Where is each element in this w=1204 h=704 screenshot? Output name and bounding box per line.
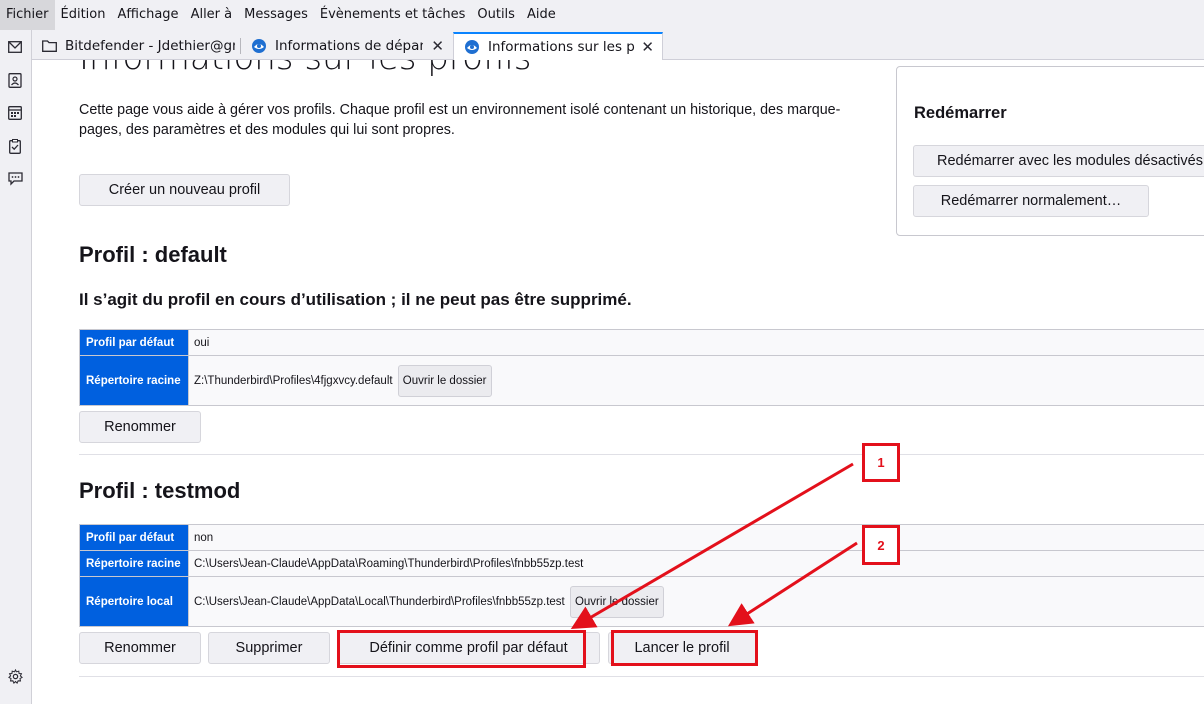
create-profile-button[interactable]: Créer un nouveau profil — [79, 174, 290, 206]
tab-troubleshooting[interactable]: Informations de dépanna ✕ — [241, 32, 452, 59]
rename-default-button[interactable]: Renommer — [79, 411, 201, 443]
annotation-number-1: 1 — [862, 443, 900, 482]
menu-aide[interactable]: Aide — [521, 0, 562, 30]
tab-label: Informations de dépanna — [275, 37, 423, 54]
menu-outils[interactable]: Outils — [471, 0, 521, 30]
menu-edition[interactable]: Édition — [55, 0, 112, 30]
row-value-root: C:\Users\Jean-Claude\AppData\Roaming\Thu… — [188, 550, 1204, 577]
profile-default-table: Profil par défaut oui Répertoire racine … — [79, 329, 1204, 406]
chat-icon[interactable] — [5, 169, 25, 189]
restart-safe-mode-button[interactable]: Redémarrer avec les modules désactivés… — [913, 145, 1204, 177]
menu-aller[interactable]: Aller à — [185, 0, 239, 30]
root-path: Z:\Thunderbird\Profiles\4fjgxvcy.default — [194, 374, 393, 387]
section-divider — [79, 454, 1204, 455]
row-value-default: oui — [188, 329, 1204, 356]
menu-affichage[interactable]: Affichage — [111, 0, 184, 30]
open-folder-button[interactable]: Ouvrir le dossier — [569, 585, 664, 618]
close-tab-icon[interactable]: ✕ — [641, 38, 654, 56]
settings-gear-icon[interactable] — [5, 666, 25, 686]
about-profiles-page: Informations sur les profils Cette page … — [32, 60, 1204, 704]
tab-bitdefender[interactable]: Bitdefender - Jdethier@gm — [32, 32, 237, 59]
tasks-icon[interactable] — [5, 136, 25, 156]
row-label-default: Profil par défaut — [79, 329, 189, 356]
highlight-set-default — [337, 630, 586, 668]
page-title: Informations sur les profils — [79, 60, 531, 78]
menu-bar: Fichier Édition Affichage Aller à Messag… — [0, 0, 1204, 30]
menu-evenements[interactable]: Évènements et tâches — [314, 0, 472, 30]
restart-normal-button[interactable]: Redémarrer normalement… — [913, 185, 1149, 217]
calendar-icon[interactable] — [5, 103, 25, 123]
annotation-number-2: 2 — [862, 525, 900, 565]
row-value-root-cell: Z:\Thunderbird\Profiles\4fjgxvcy.default… — [188, 355, 1204, 406]
open-folder-button[interactable]: Ouvrir le dossier — [397, 364, 492, 397]
close-tab-icon[interactable]: ✕ — [431, 37, 444, 55]
current-profile-notice: Il s’agit du profil en cours d’utilisati… — [79, 290, 632, 309]
row-label-root: Répertoire racine — [79, 550, 189, 577]
tab-profiles[interactable]: Informations sur les prof ✕ — [453, 32, 663, 60]
intro-text: Cette page vous aide à gérer vos profils… — [79, 102, 841, 138]
highlight-launch-profile — [611, 630, 758, 666]
section-divider — [79, 676, 1204, 677]
menu-fichier[interactable]: Fichier — [0, 0, 55, 30]
row-value-local-cell: C:\Users\Jean-Claude\AppData\Local\Thund… — [188, 576, 1204, 627]
tab-label: Informations sur les prof — [488, 39, 636, 55]
profile-testmod-table: Profil par défaut non Répertoire racine … — [79, 524, 1204, 627]
rename-testmod-button[interactable]: Renommer — [79, 632, 201, 664]
thunderbird-icon — [251, 38, 267, 54]
row-label-root: Répertoire racine — [79, 355, 189, 406]
tab-label: Bitdefender - Jdethier@gm — [65, 37, 235, 54]
local-path: C:\Users\Jean-Claude\AppData\Local\Thund… — [194, 595, 565, 608]
folder-icon — [42, 39, 57, 52]
row-value-default: non — [188, 524, 1204, 551]
delete-profile-button[interactable]: Supprimer — [208, 632, 330, 664]
restart-panel: Redémarrer Redémarrer avec les modules d… — [896, 66, 1204, 236]
address-book-icon[interactable] — [5, 70, 25, 90]
profile-testmod-heading: Profil : testmod — [79, 478, 241, 503]
row-label-local: Répertoire local — [79, 576, 189, 627]
profile-default-heading: Profil : default — [79, 242, 227, 267]
tab-bar: Bitdefender - Jdethier@gm Informations d… — [32, 30, 1204, 60]
thunderbird-icon — [464, 39, 480, 55]
row-label-default: Profil par défaut — [79, 524, 189, 551]
menu-messages[interactable]: Messages — [238, 0, 314, 30]
restart-title: Redémarrer — [914, 104, 1007, 122]
mail-icon[interactable] — [5, 37, 25, 57]
spaces-toolbar — [0, 30, 32, 704]
